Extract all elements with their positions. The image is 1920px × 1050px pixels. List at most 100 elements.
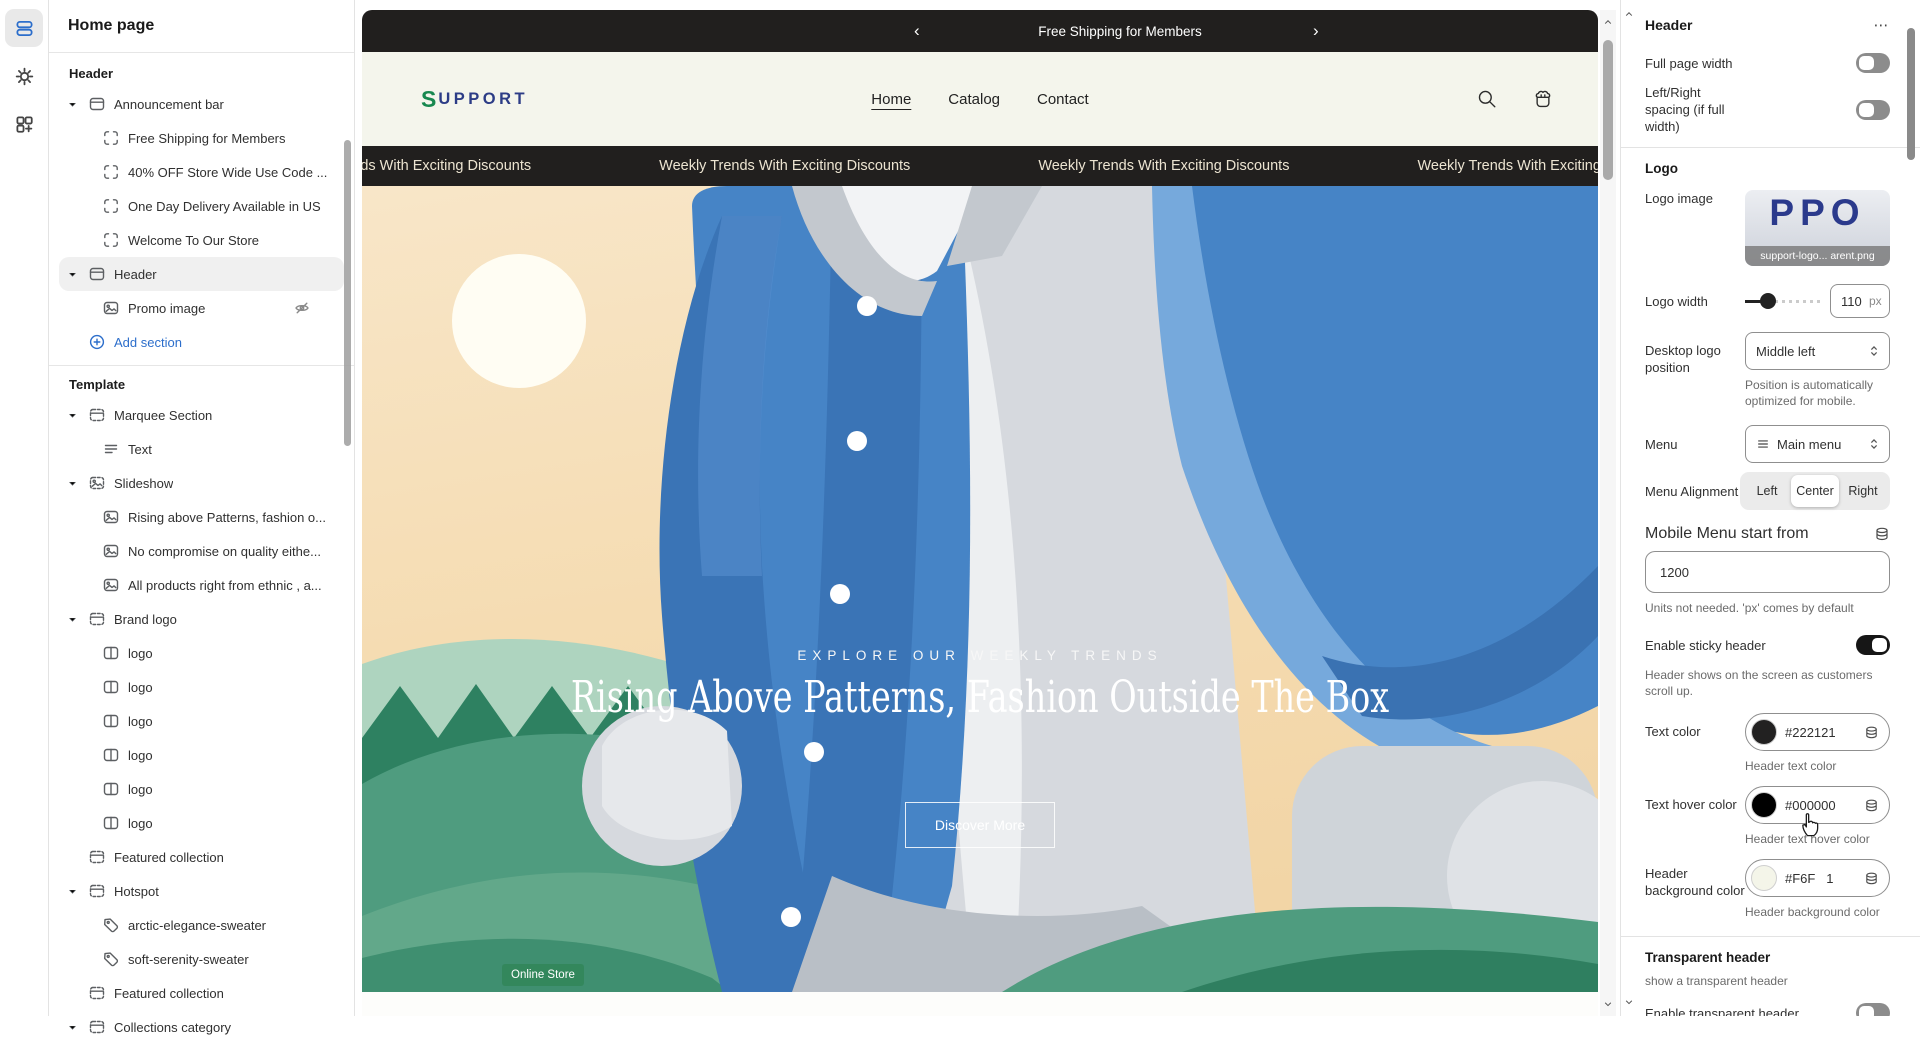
chevron-down-icon[interactable] xyxy=(67,478,78,489)
dynamic-source-icon[interactable] xyxy=(1864,725,1879,740)
section-dashed-icon xyxy=(89,407,105,423)
header-bg-color-picker[interactable]: #F6F 1 xyxy=(1745,859,1890,897)
store-logo[interactable]: SUPPORT xyxy=(421,52,528,146)
tree-item-logo[interactable]: logo xyxy=(59,704,344,738)
desktop-logo-position-select[interactable]: Middle left xyxy=(1745,332,1890,370)
inspector-scrollbar-thumb[interactable] xyxy=(1907,28,1915,160)
scroll-down-icon[interactable] xyxy=(1621,994,1637,1010)
header-bg-color-hex: #F6F 1 xyxy=(1785,871,1856,886)
app-embeds-button[interactable] xyxy=(5,105,43,143)
desktop-logo-position-helper: Position is automatically optimized for … xyxy=(1745,377,1890,409)
tree-item-free-shipping-for-members[interactable]: Free Shipping for Members xyxy=(59,121,344,155)
more-options-icon[interactable]: ⋯ xyxy=(1874,16,1891,34)
tree-item-40-off-store-wide-use-code[interactable]: 40% OFF Store Wide Use Code ... xyxy=(59,155,344,189)
tree-item-label: logo xyxy=(128,646,153,661)
tree-item-marquee-section[interactable]: Marquee Section xyxy=(59,398,344,432)
tree-item-slideshow[interactable]: Slideshow xyxy=(59,466,344,500)
tree-item-logo[interactable]: logo xyxy=(59,806,344,840)
announcement-prev-arrow[interactable]: ‹ xyxy=(914,10,920,52)
tree-item-welcome-to-our-store[interactable]: Welcome To Our Store xyxy=(59,223,344,257)
dynamic-source-icon[interactable] xyxy=(1874,526,1890,542)
mobile-menu-input[interactable] xyxy=(1645,551,1890,593)
logo-width-input-box: px xyxy=(1830,284,1890,318)
chevron-down-icon[interactable] xyxy=(67,886,78,897)
scroll-up-icon[interactable] xyxy=(1621,6,1637,22)
chevron-down-icon[interactable] xyxy=(67,1022,78,1033)
tree-item-featured-collection[interactable]: Featured collection xyxy=(59,976,344,1010)
chevron-down-icon[interactable] xyxy=(67,99,78,110)
tree-item-text[interactable]: Text xyxy=(59,432,344,466)
tree-item-arctic-elegance-sweater[interactable]: arctic-elegance-sweater xyxy=(59,908,344,942)
menu-align-left[interactable]: Left xyxy=(1743,475,1791,507)
menu-select[interactable]: Main menu xyxy=(1745,425,1890,463)
tree-item-header[interactable]: Header xyxy=(59,257,344,291)
enable-transparent-toggle[interactable] xyxy=(1856,1003,1890,1016)
tree-item-one-day-delivery-available-in-us[interactable]: One Day Delivery Available in US xyxy=(59,189,344,223)
theme-settings-button[interactable] xyxy=(5,57,43,95)
tree-item-announcement-bar[interactable]: Announcement bar xyxy=(59,87,344,121)
lr-spacing-toggle[interactable] xyxy=(1856,100,1890,120)
logo-width-input[interactable] xyxy=(1841,294,1869,309)
nav-link-home[interactable]: Home xyxy=(871,91,911,108)
announcement-bar[interactable]: ‹ Free Shipping for Members › xyxy=(362,10,1598,52)
tree-item-label: Featured collection xyxy=(114,850,224,865)
full-page-width-toggle[interactable] xyxy=(1856,53,1890,73)
text-hover-color-swatch xyxy=(1751,792,1777,818)
discover-more-button[interactable]: Discover More xyxy=(905,802,1055,848)
dynamic-source-icon[interactable] xyxy=(1864,798,1879,813)
logo-width-slider[interactable] xyxy=(1745,292,1822,310)
tree-item-logo[interactable]: logo xyxy=(59,670,344,704)
hero-slideshow[interactable]: EXPLORE OUR WEEKLY TRENDS Rising Above P… xyxy=(362,186,1598,992)
header-bg-color-helper: Header background color xyxy=(1745,904,1890,920)
nav-link-catalog[interactable]: Catalog xyxy=(948,91,1000,108)
preview-scrollbar-thumb[interactable] xyxy=(1603,40,1613,180)
tree-item-logo[interactable]: logo xyxy=(59,636,344,670)
tree-item-hotspot[interactable]: Hotspot xyxy=(59,874,344,908)
menu-align-right[interactable]: Right xyxy=(1839,475,1887,507)
logo-image-thumbnail[interactable]: PPO support-logo... arent.png xyxy=(1745,190,1890,266)
marquee-section[interactable]: Weekly Trends With Exciting DiscountsWee… xyxy=(362,146,1598,186)
tree-item-logo[interactable]: logo xyxy=(59,772,344,806)
chevron-down-icon[interactable] xyxy=(67,614,78,625)
search-icon[interactable] xyxy=(1476,88,1498,110)
header-bg-color-label: Header background color xyxy=(1645,865,1745,899)
tree-item-label: Featured collection xyxy=(114,986,224,1001)
tree-item-soft-serenity-sweater[interactable]: soft-serenity-sweater xyxy=(59,942,344,976)
announcement-next-arrow[interactable]: › xyxy=(1313,10,1319,52)
tree-item-label: Announcement bar xyxy=(114,97,224,112)
text-color-picker[interactable]: #222121 xyxy=(1745,713,1890,751)
sticky-header-toggle[interactable] xyxy=(1856,635,1890,655)
chevron-down-icon[interactable] xyxy=(67,269,78,280)
tree-item-rising-above-patterns-fashion-o[interactable]: Rising above Patterns, fashion o... xyxy=(59,500,344,534)
tree-item-collections-category[interactable]: Collections category xyxy=(59,1010,344,1044)
logo-image-label: Logo image xyxy=(1645,190,1713,207)
sidebar-scrollbar[interactable] xyxy=(344,140,351,446)
dynamic-source-icon[interactable] xyxy=(1864,871,1879,886)
scroll-up-icon[interactable] xyxy=(1600,14,1616,30)
tree-item-all-products-right-from-ethnic-a[interactable]: All products right from ethnic , a... xyxy=(59,568,344,602)
bag-icon[interactable] xyxy=(1532,88,1554,110)
tree-item-label: Marquee Section xyxy=(114,408,212,423)
tree-item-no-compromise-on-quality-eithe[interactable]: No compromise on quality eithe... xyxy=(59,534,344,568)
block-icon xyxy=(103,130,119,146)
chevron-down-icon[interactable] xyxy=(67,410,78,421)
tree-item-label: logo xyxy=(128,782,153,797)
tree-item-label: Hotspot xyxy=(114,884,159,899)
tree-item-brand-logo[interactable]: Brand logo xyxy=(59,602,344,636)
tree-item-promo-image[interactable]: Promo image xyxy=(59,291,344,325)
full-page-width-label: Full page width xyxy=(1645,55,1732,72)
scroll-down-icon[interactable] xyxy=(1600,996,1616,1012)
tree-group-header: Header Announcement bar Free Shipping for … xyxy=(49,55,354,365)
gear-icon xyxy=(15,67,34,86)
menu-align-center[interactable]: Center xyxy=(1791,475,1839,507)
marquee-text: Weekly Trends With Exciting Discounts xyxy=(362,158,531,174)
preview-scrollbar[interactable] xyxy=(1600,10,1616,1016)
eye-off-icon[interactable] xyxy=(294,300,310,316)
tree-item-label: logo xyxy=(128,748,153,763)
tree-item-label: 40% OFF Store Wide Use Code ... xyxy=(128,165,327,180)
tree-item-logo[interactable]: logo xyxy=(59,738,344,772)
add-section-button[interactable]: Add section xyxy=(59,325,344,359)
sections-tab-button[interactable] xyxy=(5,9,43,47)
nav-link-contact[interactable]: Contact xyxy=(1037,91,1089,108)
tree-item-featured-collection[interactable]: Featured collection xyxy=(59,840,344,874)
